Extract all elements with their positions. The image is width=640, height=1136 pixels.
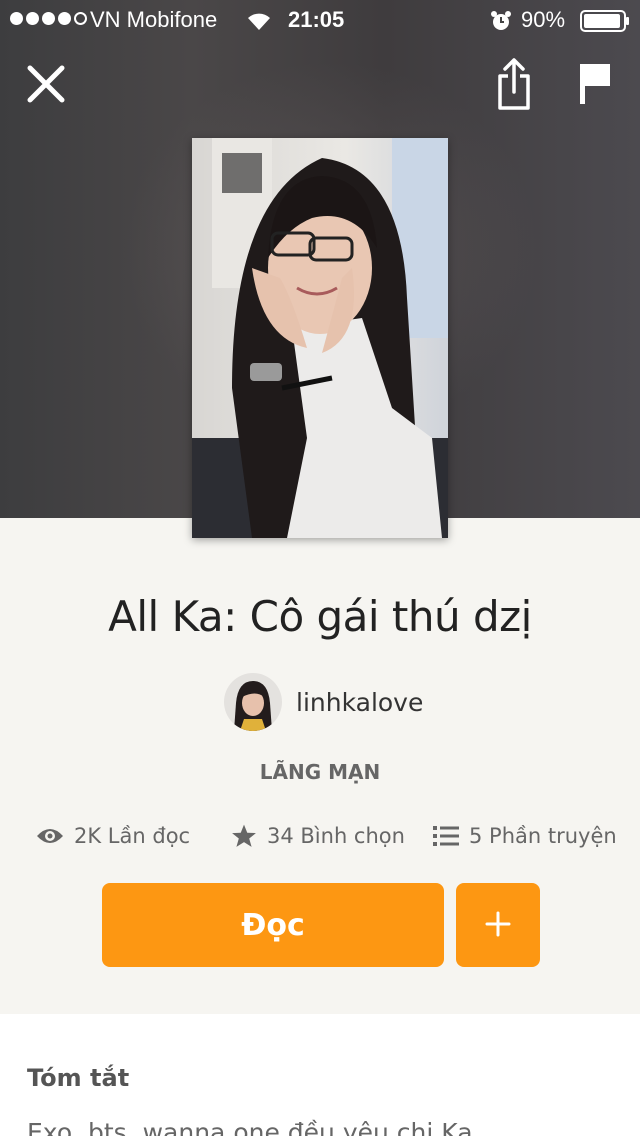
list-icon [433, 826, 459, 846]
reads-count: 2K Lần đọc [74, 824, 191, 848]
summary-text: Exo, bts, wanna one đều yêu chị Ka [27, 1118, 473, 1136]
votes-count: 34 Bình chọn [267, 824, 405, 848]
close-icon[interactable] [24, 62, 68, 106]
clock: 21:05 [288, 7, 345, 32]
story-cover-image [192, 138, 448, 538]
story-stats: 2K Lần đọc 34 Bình chọn 5 Phần truyện [0, 818, 640, 854]
eye-icon [37, 829, 63, 843]
flag-icon[interactable] [578, 62, 612, 106]
signal-strength-icon [10, 12, 87, 25]
parts-count: 5 Phần truyện [469, 824, 617, 848]
status-bar: VN Mobifone 21:05 90% [0, 0, 640, 40]
read-button[interactable]: Đọc [102, 883, 444, 967]
wifi-icon [248, 13, 270, 30]
parts-stat: 5 Phần truyện [433, 818, 617, 854]
star-icon [232, 824, 256, 847]
author-name[interactable]: linhkalove [296, 688, 423, 717]
battery-percentage: 90% [521, 7, 566, 32]
add-to-library-button[interactable] [456, 883, 540, 967]
plus-icon [485, 911, 511, 936]
genre-tag[interactable]: LÃNG MẠN [0, 760, 640, 784]
summary-heading: Tóm tắt [27, 1064, 130, 1092]
carrier-name: VN Mobifone [90, 7, 218, 32]
summary-section: Tóm tắt Exo, bts, wanna one đều yêu chị … [0, 1014, 640, 1136]
share-icon[interactable] [494, 56, 534, 112]
alarm-icon [491, 11, 511, 30]
story-title: All Ka: Cô gái thú dzị [108, 592, 532, 641]
votes-stat: 34 Bình chọn [231, 818, 405, 854]
reads-stat: 2K Lần đọc [36, 818, 190, 854]
author-link[interactable]: linhkalove [224, 672, 423, 732]
author-avatar[interactable] [224, 673, 282, 731]
battery-icon [580, 10, 629, 32]
